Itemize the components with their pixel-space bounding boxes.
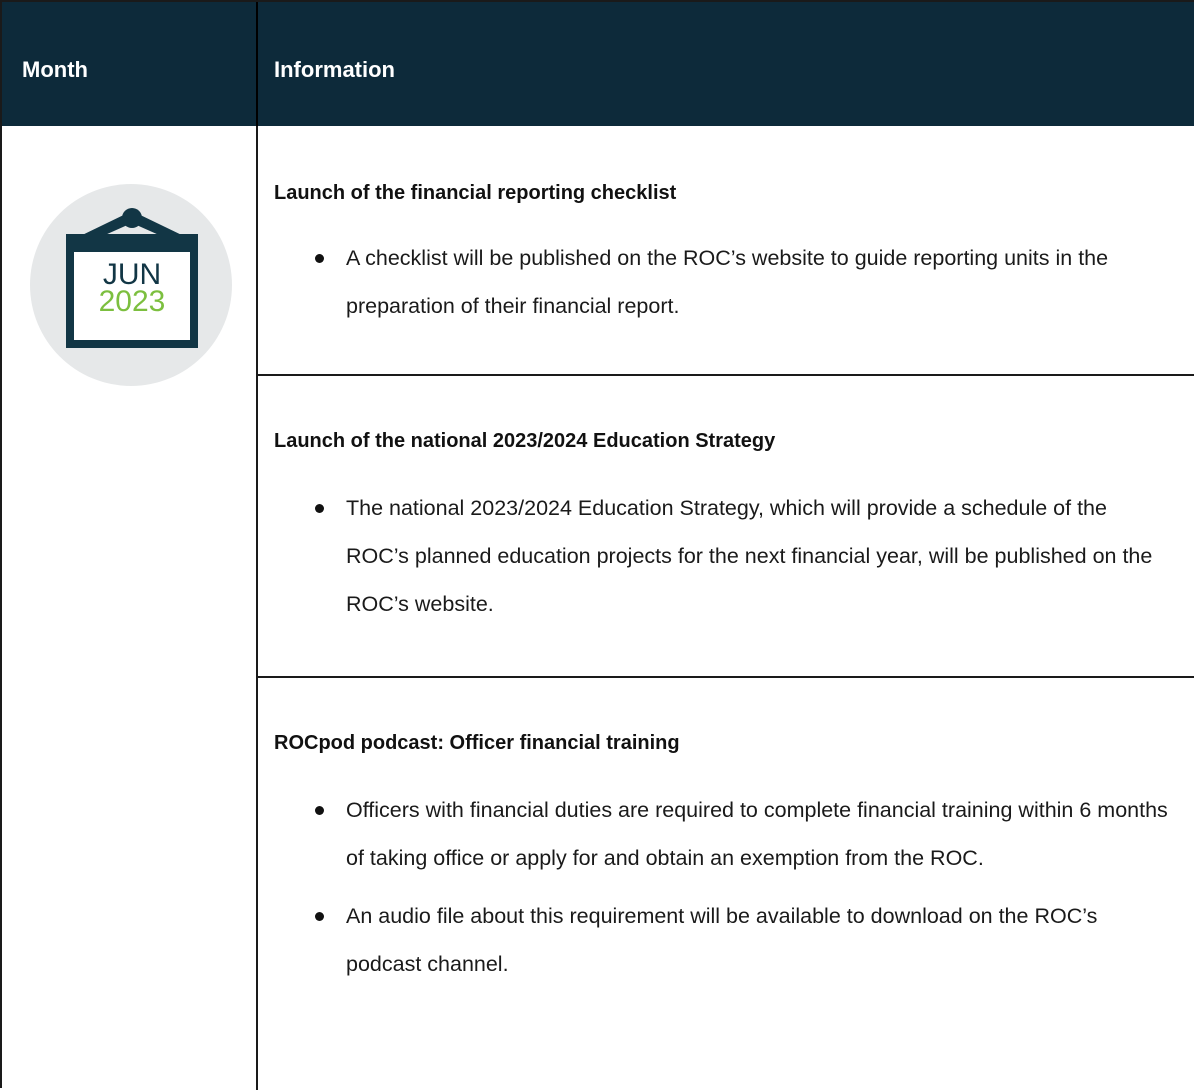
bullet-dot: [315, 806, 324, 815]
section-title: ROCpod podcast: Officer financial traini…: [274, 732, 680, 754]
list-item: A checklist will be published on the ROC…: [274, 234, 1174, 330]
row-divider: [256, 676, 1194, 678]
list-item: An audio file about this requirement wil…: [274, 892, 1174, 988]
bullet-dot: [315, 504, 324, 513]
section-title: Launch of the national 2023/2024 Educati…: [274, 430, 776, 452]
list-item: The national 2023/2024 Education Strateg…: [274, 484, 1174, 628]
calendar-year-text: 2023: [98, 285, 166, 318]
bullet-text: A checklist will be published on the ROC…: [346, 246, 1109, 318]
list-item: Officers with financial duties are requi…: [274, 786, 1174, 882]
table-header-row: Month Information: [2, 2, 1194, 126]
header-month: Month: [22, 57, 88, 82]
bullet-list: Officers with financial duties are requi…: [274, 786, 1174, 988]
events-table: Month Information JUN 2023 Launch of the…: [0, 0, 1194, 1090]
bullet-text: An audio file about this requirement wil…: [346, 904, 1098, 976]
row-divider: [256, 374, 1194, 376]
bullet-dot: [315, 912, 324, 921]
bullet-text: Officers with financial duties are requi…: [346, 798, 1168, 870]
section-title: Launch of the financial reporting checkl…: [274, 182, 677, 204]
header-information: Information: [274, 57, 395, 82]
bullet-text: The national 2023/2024 Education Strateg…: [346, 496, 1153, 616]
bullet-dot: [315, 254, 324, 263]
bullet-list: A checklist will be published on the ROC…: [274, 234, 1174, 330]
column-divider: [256, 126, 258, 1090]
header-divider: [256, 2, 258, 126]
bullet-list: The national 2023/2024 Education Strateg…: [274, 484, 1174, 628]
